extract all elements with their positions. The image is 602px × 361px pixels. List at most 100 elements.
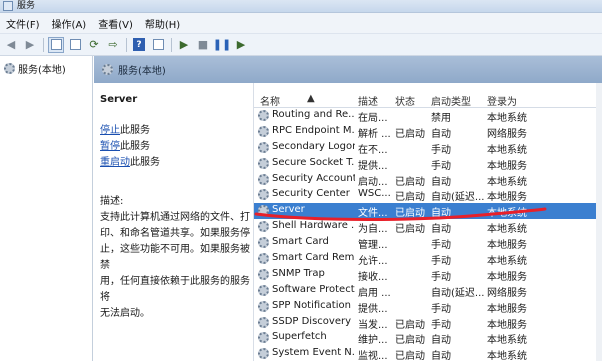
- service-name: RPC Endpoint M...: [272, 124, 355, 136]
- service-log-on-as: 本地系统: [487, 224, 527, 236]
- service-startup-type: 自动: [431, 128, 451, 140]
- pause-service-link[interactable]: 暂停: [100, 141, 120, 152]
- service-detail-pane: Server 停止此服务 暂停此服务 重启动此服务 描述: 支持此计算机通过网络…: [94, 83, 252, 361]
- menu-file[interactable]: 文件(F): [6, 16, 40, 31]
- vertical-scrollbar[interactable]: [596, 83, 602, 361]
- service-description-cell: 文件...: [358, 208, 388, 220]
- table-row[interactable]: Shell Hardware ... 为自... 已启动 自动 本地系统: [254, 219, 602, 235]
- menu-help[interactable]: 帮助(H): [145, 16, 180, 31]
- column-header-log-on-as[interactable]: 登录为: [487, 93, 517, 108]
- service-gear-icon: [258, 284, 269, 296]
- service-status: 已启动: [395, 176, 425, 188]
- table-row[interactable]: Security Account...启动... 已启动自动 本地系统: [254, 172, 602, 188]
- table-row[interactable]: Smart Card Rem... 允许... 手动 本地系统: [254, 251, 602, 267]
- service-name: Server: [272, 204, 305, 216]
- gear-icon: [102, 64, 113, 75]
- service-name: Superfetch: [272, 331, 327, 343]
- service-startup-type: 自动: [431, 208, 451, 220]
- service-name: Software Protect...: [272, 283, 355, 295]
- service-description-cell: 为自...: [358, 224, 388, 236]
- tree-item-label: 服务(本地): [18, 65, 66, 76]
- service-name: Routing and Re...: [272, 109, 355, 120]
- list-header: ▲ 名称 描述 状态 启动类型 登录为: [254, 91, 602, 108]
- service-name: System Event N...: [272, 347, 355, 359]
- service-rows: Routing and Re... 在局... 禁用 本地系统 RPC Endpoint…: [254, 108, 602, 361]
- service-gear-icon: [258, 348, 269, 360]
- service-gear-icon: [258, 316, 269, 328]
- table-row[interactable]: RPC Endpoint M... 解析 ... 已启动 自动 网络服务: [254, 124, 602, 140]
- description-line: 支持此计算机通过网络的文件、打: [100, 212, 250, 223]
- service-status: 已启动: [395, 351, 425, 361]
- view-icon[interactable]: [150, 37, 166, 53]
- table-row[interactable]: SNMP Trap 接收... 手动 本地服务: [254, 267, 602, 283]
- service-gear-icon: [258, 253, 269, 265]
- forward-arrow-icon[interactable]: ▶: [22, 37, 38, 53]
- service-status: 已启动: [395, 224, 425, 236]
- table-row[interactable]: Routing and Re... 在局... 禁用 本地系统: [254, 108, 602, 124]
- service-startup-type: 自动: [431, 351, 451, 361]
- stop-service-icon[interactable]: ■: [195, 37, 211, 53]
- service-description-cell: 提供...: [358, 160, 388, 172]
- pause-service-icon[interactable]: ❚❚: [213, 37, 231, 53]
- title-bar: 服务: [0, 0, 602, 13]
- service-gear-icon: [258, 332, 269, 344]
- service-gear-icon: [258, 205, 269, 217]
- service-status: 已启动: [395, 208, 425, 220]
- service-gear-icon: [258, 268, 269, 280]
- table-row[interactable]: Smart Card 管理... 手动 本地服务: [254, 235, 602, 251]
- menu-view[interactable]: 查看(V): [98, 16, 133, 31]
- refresh-icon[interactable]: ⟳: [86, 37, 102, 53]
- properties-icon[interactable]: [67, 37, 83, 53]
- service-startup-type: 手动: [431, 144, 451, 156]
- service-startup-type: 禁用: [431, 113, 451, 124]
- restart-service-link[interactable]: 重启动: [100, 157, 130, 168]
- service-name: Smart Card: [272, 236, 329, 248]
- service-startup-type: 手动: [431, 160, 451, 172]
- column-header-status[interactable]: 状态: [395, 93, 415, 108]
- gear-icon: [4, 63, 15, 74]
- link-suffix: 此服务: [120, 141, 150, 152]
- table-row[interactable]: Secure Socket T... 提供... 手动 本地服务: [254, 156, 602, 172]
- service-description-cell: 允许...: [358, 256, 388, 268]
- export-list-icon[interactable]: ⇨: [105, 37, 121, 53]
- stop-service-link[interactable]: 停止: [100, 125, 120, 136]
- table-row[interactable]: System Event N... 监视... 已启动 自动 本地系统: [254, 346, 602, 361]
- restart-service-icon[interactable]: ▶: [233, 37, 249, 53]
- service-startup-type: 手动: [431, 256, 451, 268]
- toolbar-separator: [43, 37, 44, 52]
- column-header-name[interactable]: 名称: [260, 93, 280, 108]
- service-log-on-as: 本地服务: [487, 192, 527, 204]
- menu-bar: 文件(F) 操作(A) 查看(V) 帮助(H): [0, 13, 602, 34]
- column-header-startup-type[interactable]: 启动类型: [431, 93, 471, 108]
- table-row[interactable]: Security Center WSC... 已启动 自动(延迟... 本地服务: [254, 187, 602, 203]
- table-row[interactable]: Server 文件... 已启动 自动 本地系统: [254, 203, 602, 219]
- help-icon[interactable]: ?: [131, 37, 147, 53]
- table-row[interactable]: Superfetch 维护... 已启动 自动 本地系统: [254, 330, 602, 346]
- service-status: 已启动: [395, 335, 425, 347]
- table-row[interactable]: Software Protect... 启用 ... 自动(延迟... 网络服务: [254, 283, 602, 299]
- service-description-cell: 启用 ...: [358, 287, 391, 299]
- service-description-cell: 解析 ...: [358, 128, 391, 140]
- description-line: 印、和命名管道共享。如果服务停: [100, 228, 250, 239]
- service-description-cell: 启动...: [358, 176, 388, 188]
- service-description: 描述: 支持此计算机通过网络的文件、打 印、和命名管道共享。如果服务停 止，这些…: [100, 194, 250, 322]
- tree-item-services-local[interactable]: 服务(本地): [4, 61, 66, 76]
- console-tree-icon[interactable]: [48, 36, 64, 53]
- service-description-cell: 接收...: [358, 271, 388, 283]
- service-name: SNMP Trap: [272, 267, 325, 279]
- service-name: Secure Socket T...: [272, 156, 355, 168]
- service-description-cell: 管理...: [358, 240, 388, 252]
- table-row[interactable]: SPP Notification ... 提供... 手动 本地服务: [254, 299, 602, 315]
- table-row[interactable]: SSDP Discovery 当发... 已启动 手动 本地服务: [254, 315, 602, 331]
- service-gear-icon: [258, 300, 269, 312]
- menu-action[interactable]: 操作(A): [52, 16, 87, 31]
- service-log-on-as: 本地系统: [487, 256, 527, 268]
- link-suffix: 此服务: [130, 157, 160, 168]
- window-title: 服务: [17, 1, 36, 11]
- description-line: 无法启动。: [100, 308, 150, 319]
- back-arrow-icon[interactable]: ◀: [3, 37, 19, 53]
- start-service-icon[interactable]: ▶: [176, 37, 192, 53]
- table-row[interactable]: Secondary Logon 在不... 手动 本地系统: [254, 140, 602, 156]
- description-line: 止，这些功能不可用。如果服务被禁: [100, 244, 250, 271]
- column-header-description[interactable]: 描述: [358, 93, 378, 108]
